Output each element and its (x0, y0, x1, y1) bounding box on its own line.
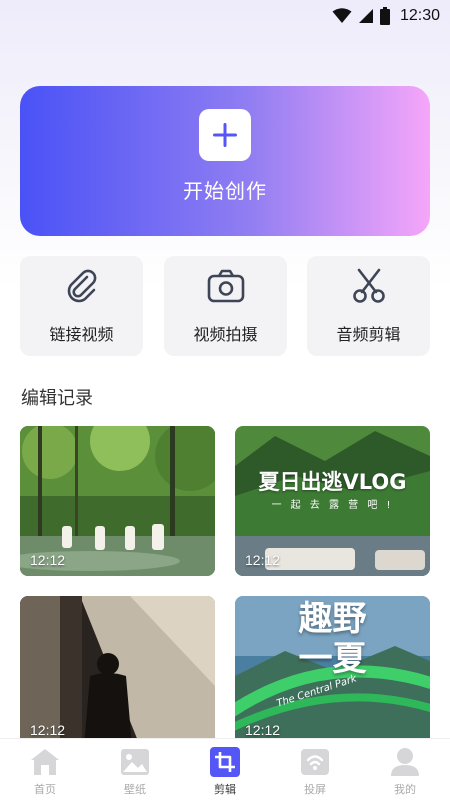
scissors-icon (352, 268, 386, 304)
video-capture-button[interactable]: 视频拍摄 (164, 256, 287, 356)
bottom-tab-bar: 首页 壁纸 剪辑 投屏 我的 (0, 738, 450, 800)
tool-grid: 链接视频 视频拍摄 音频剪辑 (20, 256, 430, 356)
record-card-summer-vlog[interactable]: 夏日出逃VLOG 一 起 去 露 营 吧 ! 12:12 (235, 426, 430, 576)
record-card-silhouette[interactable]: 12:12 (20, 596, 215, 746)
tab-cast[interactable]: 投屏 (270, 739, 360, 800)
section-title: 编辑记录 (21, 388, 93, 409)
tab-edit[interactable]: 剪辑 (180, 739, 270, 800)
audio-edit-button[interactable]: 音频剪辑 (307, 256, 430, 356)
vlog-overlay-subtitle: 一 起 去 露 营 吧 ! (271, 500, 394, 511)
signal-icon (358, 9, 373, 23)
start-creating-label: 开始创作 (183, 178, 267, 203)
wild-overlay-title-1: 趣野 (298, 599, 367, 639)
audio-edit-label: 音频剪辑 (336, 325, 401, 344)
image-icon (120, 747, 150, 777)
status-bar: 12:30 (0, 0, 450, 32)
paperclip-icon (64, 268, 100, 304)
record-duration: 12:12 (30, 722, 66, 738)
tab-wallpaper-label: 壁纸 (124, 783, 146, 796)
plus-icon (199, 108, 251, 161)
tab-home[interactable]: 首页 (0, 739, 90, 800)
home-icon (30, 747, 60, 777)
link-video-button[interactable]: 链接视频 (20, 256, 143, 356)
tab-cast-label: 投屏 (304, 783, 326, 796)
vlog-overlay-title: 夏日出逃VLOG (258, 470, 407, 494)
status-time: 12:30 (399, 7, 440, 24)
tab-home-label: 首页 (34, 783, 56, 796)
start-creating-button[interactable]: 开始创作 (20, 86, 430, 236)
wild-overlay-title-2: 一夏 (298, 639, 367, 679)
record-card-wild-summer[interactable]: 趣野 一夏 The Central Park 12:12 (235, 596, 430, 746)
record-duration: 12:12 (245, 552, 281, 568)
wifi-icon (332, 8, 352, 23)
battery-icon (379, 7, 390, 25)
tab-profile-label: 我的 (394, 783, 416, 796)
camera-icon (207, 268, 245, 304)
record-card-forest[interactable]: 12:12 (20, 426, 215, 576)
record-duration: 12:12 (30, 552, 66, 568)
tab-profile[interactable]: 我的 (360, 739, 450, 800)
cast-icon (300, 747, 330, 777)
crop-icon (210, 747, 240, 777)
record-duration: 12:12 (245, 722, 281, 738)
user-icon (390, 747, 420, 777)
link-video-label: 链接视频 (49, 325, 114, 344)
tab-edit-label: 剪辑 (214, 783, 236, 796)
video-capture-label: 视频拍摄 (193, 325, 258, 344)
tab-wallpaper[interactable]: 壁纸 (90, 739, 180, 800)
